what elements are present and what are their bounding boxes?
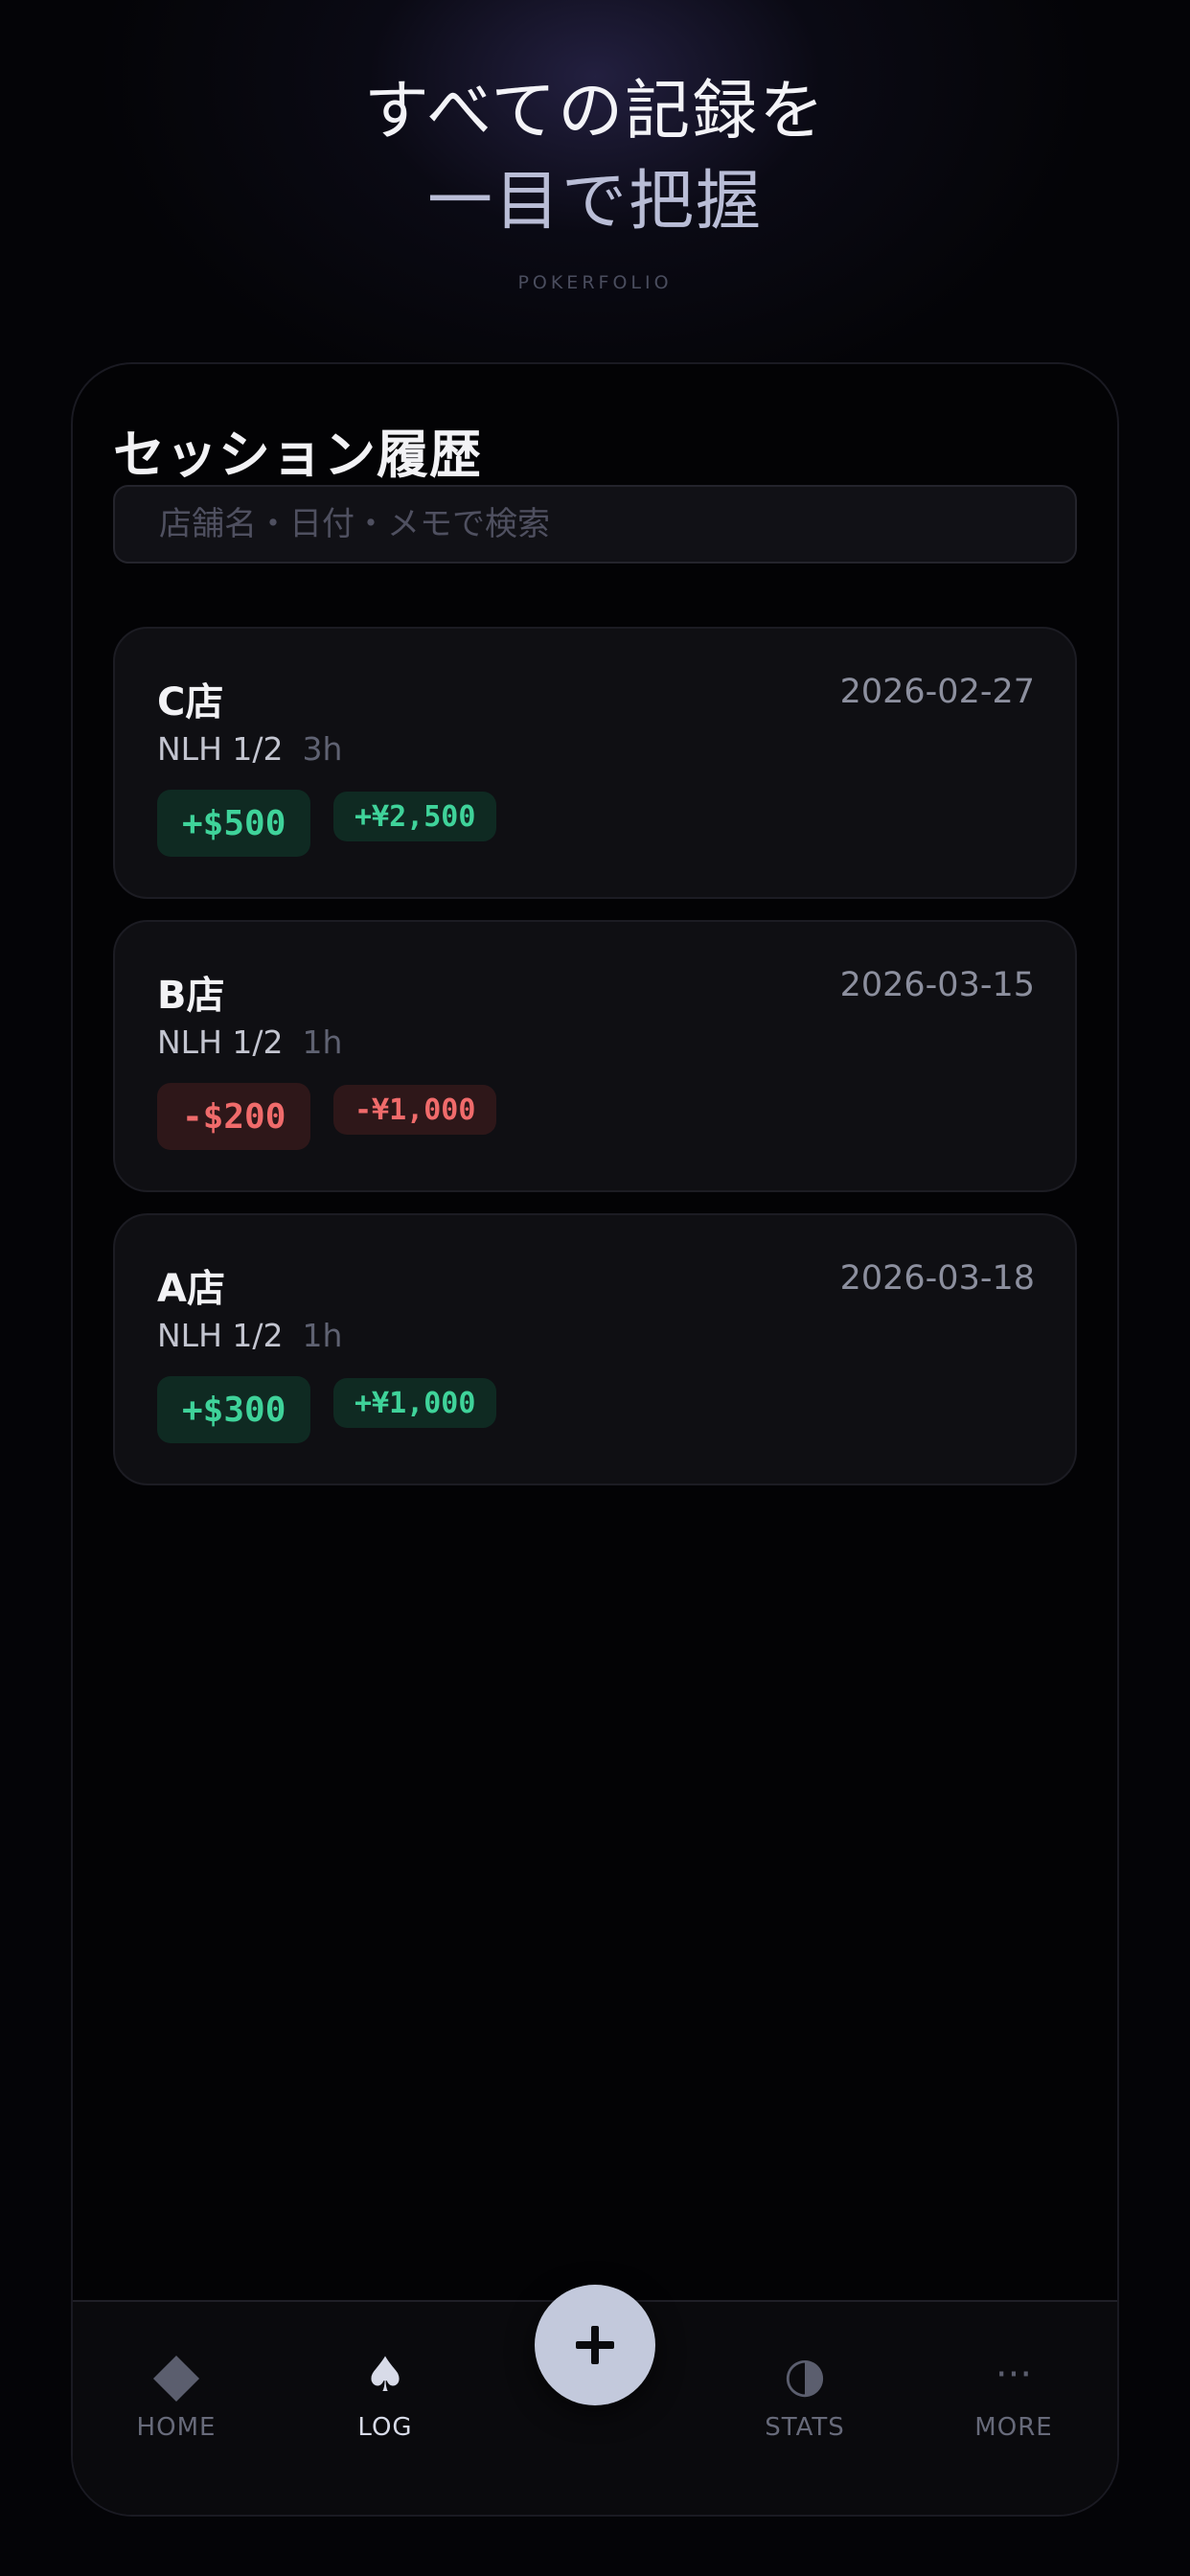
session-game: NLH 1/2 [157, 1024, 284, 1061]
session-result-badge: +$300 [157, 1376, 311, 1443]
session-game: NLH 1/2 [157, 730, 284, 768]
hero-headline-line2: 一目で把握 [426, 164, 763, 240]
tab-log[interactable]: ♠ LOG [309, 2344, 462, 2442]
search-input[interactable] [157, 504, 1033, 544]
tab-more[interactable]: ··· MORE [937, 2344, 1090, 2442]
ellipsis-icon: ··· [995, 2353, 1033, 2397]
session-result-badge: +$500 [157, 790, 311, 857]
session-date: 2026-03-18 [839, 1259, 1035, 1298]
tab-home-label: HOME [136, 2413, 217, 2442]
session-date: 2026-03-15 [839, 966, 1035, 1004]
hero-headline-line1: すべての記録を [363, 74, 827, 150]
session-duration: 3h [302, 730, 343, 768]
hero-banner: すべての記録を 一目で把握 POKERFOLIO [0, 67, 1190, 293]
app-stage: すべての記録を 一目で把握 POKERFOLIO セッション履歴 C店 2026… [0, 0, 1190, 2576]
session-result-sub-badge: +¥2,500 [333, 792, 497, 841]
session-venue: C店 [157, 680, 224, 724]
session-result-sub-badge: +¥1,000 [333, 1378, 497, 1428]
session-duration: 1h [302, 1317, 343, 1354]
session-venue: A店 [157, 1267, 225, 1311]
session-meta: NLH 1/2 3h [157, 730, 342, 768]
session-venue: B店 [157, 974, 225, 1018]
brand-name: POKERFOLIO [517, 272, 673, 293]
session-result-badge: -$200 [157, 1083, 311, 1150]
bottom-tab-bar: HOME ♠ LOG ◑ STATS ··· MORE [73, 2285, 1117, 2515]
session-duration: 1h [302, 1024, 343, 1061]
tab-log-label: LOG [357, 2413, 413, 2442]
page-title: セッション履歴 [113, 425, 482, 485]
add-session-button[interactable] [535, 2285, 655, 2405]
session-card[interactable]: B店 2026-03-15 NLH 1/2 1h -$200 -¥1,000 [113, 920, 1077, 1192]
session-game: NLH 1/2 [157, 1317, 284, 1354]
tab-home[interactable]: HOME [100, 2344, 253, 2442]
spade-icon: ♠ [363, 2347, 407, 2403]
search-box[interactable] [113, 485, 1077, 564]
plus-icon [576, 2326, 614, 2364]
session-meta: NLH 1/2 1h [157, 1317, 342, 1354]
session-result-sub-badge: -¥1,000 [333, 1085, 497, 1135]
session-card[interactable]: A店 2026-03-18 NLH 1/2 1h +$300 +¥1,000 [113, 1213, 1077, 1485]
tab-stats[interactable]: ◑ STATS [728, 2344, 881, 2442]
session-card[interactable]: C店 2026-02-27 NLH 1/2 3h +$500 +¥2,500 [113, 627, 1077, 899]
diamond-icon [100, 2344, 253, 2405]
half-circle-icon: ◑ [784, 2347, 826, 2403]
session-date: 2026-02-27 [839, 673, 1035, 711]
tab-stats-label: STATS [765, 2413, 845, 2442]
tab-more-label: MORE [974, 2413, 1053, 2442]
session-meta: NLH 1/2 1h [157, 1024, 342, 1061]
phone-frame: セッション履歴 C店 2026-02-27 NLH 1/2 3h +$500 +¥… [71, 362, 1119, 2517]
